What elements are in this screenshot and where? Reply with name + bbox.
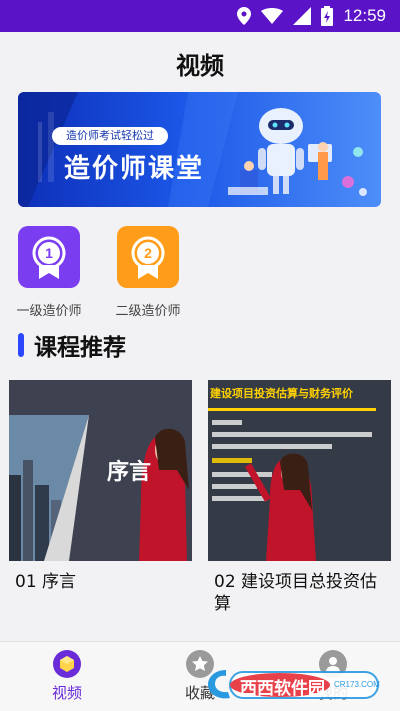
level-2-tile: 2 [117,226,179,288]
badge-one-icon: 1 [32,236,66,279]
lecture-video-frame [9,380,192,561]
watermark-subtext: CR173.COM [334,680,380,689]
svg-text:2: 2 [144,245,152,261]
slide-text: 序言 [107,460,152,485]
course-thumbnail: 建设项目投资估算与财务评价 [208,380,391,561]
status-bar: 12:59 [0,0,400,32]
course-card-2[interactable]: 建设项目投资估算与财务评价 02 建设项目总投资估算 [208,380,391,615]
course-caption: 01 序言 [15,572,77,592]
badge-two-icon: 2 [131,236,165,279]
robot-figure [258,108,304,194]
course-thumbnail: 序言 [9,380,192,561]
watermark-logo: 西西软件园 CR173.COM [208,666,380,702]
location-icon [237,7,252,25]
cube-icon [53,650,81,678]
battery-icon [321,6,334,26]
category-level-2[interactable]: 2 二级造价师 [103,226,193,319]
title-bar: 视频 [0,32,400,90]
course-card-1[interactable]: 序言 01 序言 [9,380,192,593]
nav-label: 视频 [51,684,82,702]
category-level-1[interactable]: 1 一级造价师 [4,226,94,319]
signal-icon [293,7,312,25]
section-accent-bar [18,333,24,357]
course-caption: 02 建设项目总投资估算 [214,572,378,614]
watermark-text: 西西软件园 [240,679,325,699]
status-icons: 12:59 [237,6,386,26]
level-1-tile: 1 [18,226,80,288]
category-label: 二级造价师 [115,304,181,319]
banner-title: 造价师课堂 [64,154,205,184]
wifi-icon [261,8,284,24]
banner-subtitle: 造价师考试轻松过 [52,127,168,145]
page-title: 视频 [176,52,224,80]
section-title: 课程推荐 [34,335,126,361]
status-time: 12:59 [343,6,386,25]
promo-banner[interactable]: 造价师考试轻松过 造价师课堂 [18,92,381,207]
nav-item-video[interactable]: 视频 [17,650,117,703]
category-label: 一级造价师 [16,304,82,319]
section-heading: 课程推荐 [18,328,126,362]
svg-text:1: 1 [45,245,53,261]
slide-heading: 建设项目投资估算与财务评价 [210,387,353,400]
lecture-video-frame [208,380,391,561]
